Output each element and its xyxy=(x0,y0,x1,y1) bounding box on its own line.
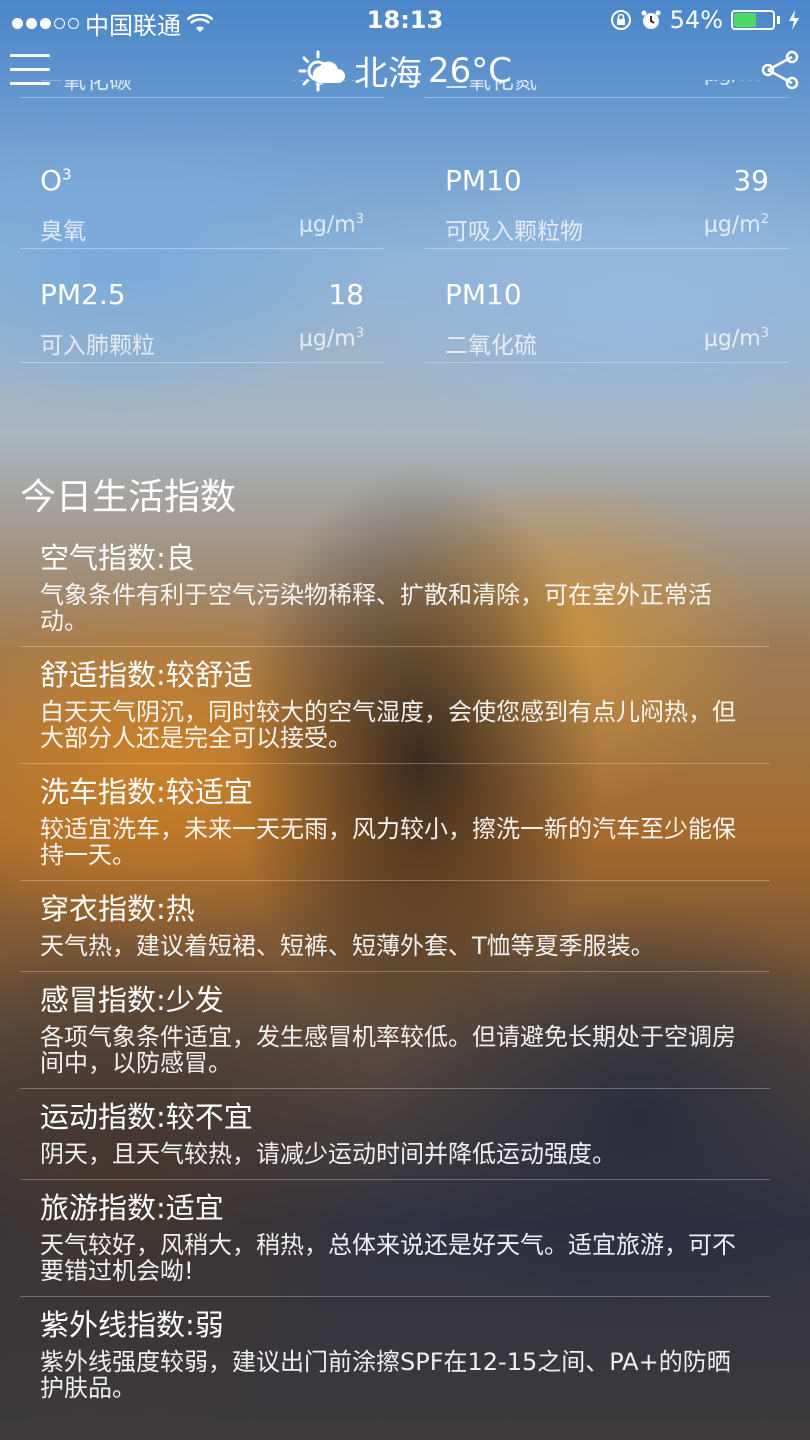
pollutant-unit: μg/m3 xyxy=(299,212,364,237)
life-index-item: 洗车指数:较适宜较适宜洗车，未来一天无雨，风力较小，擦洗一新的汽车至少能保持一天… xyxy=(20,764,770,881)
alarm-icon xyxy=(641,10,661,29)
life-index-item: 穿衣指数:热天气热，建议着短裙、短裤、短薄外套、T恤等夏季服装。 xyxy=(20,881,770,972)
battery-level xyxy=(734,13,756,27)
life-index-item: 旅游指数:适宜天气较好，风稍大，稍热，总体来说还是好天气。适宜旅游，可不要错过机… xyxy=(20,1180,770,1297)
life-index-item: 紫外线指数:弱紫外线强度较弱，建议出门前涂擦SPF在12-15之间、PA+的防晒… xyxy=(20,1297,770,1413)
pollutant-description: 可吸入颗粒物 xyxy=(445,219,583,245)
pollutant-unit-sup: 3 xyxy=(760,326,769,341)
life-index-item-title: 穿衣指数:热 xyxy=(40,892,195,926)
pollutant-cell: PM2.5 18 可入肺颗粒 μg/m3 xyxy=(20,250,384,363)
life-index-item-title: 空气指数:良 xyxy=(40,541,195,575)
life-index-item-description: 气象条件有利于空气污染物稀释、扩散和清除，可在室外正常活动。 xyxy=(40,581,712,635)
life-index-item-title: 洗车指数:较适宜 xyxy=(40,775,253,809)
life-index-item: 空气指数:良气象条件有利于空气污染物稀释、扩散和清除，可在室外正常活动。 xyxy=(20,530,770,647)
life-index-item-title: 运动指数:较不宜 xyxy=(40,1100,253,1134)
charging-icon xyxy=(789,10,799,30)
life-index-item-title: 感冒指数:少发 xyxy=(40,983,224,1017)
battery-icon xyxy=(731,10,775,30)
pollutant-unit-base: μg/m xyxy=(298,326,356,352)
battery-percent: 54% xyxy=(669,6,723,34)
life-index-item-title: 紫外线指数:弱 xyxy=(40,1308,224,1342)
pollutant-unit: μg/m3 xyxy=(299,326,364,351)
life-index-item-description: 较适宜洗车，未来一天无雨，风力较小，擦洗一新的汽车至少能保持一天。 xyxy=(40,815,736,869)
status-bar: 中国联通 18:13 54% xyxy=(0,0,810,40)
pollutant-unit-sup: 2 xyxy=(760,212,769,227)
pollutant-unit-base: μg/m xyxy=(703,212,761,238)
pollutant-name: PM2.5 xyxy=(40,278,126,311)
pollutant-cell: PM10 39 可吸入颗粒物 μg/m2 xyxy=(425,136,789,249)
life-index-item-description: 白天天气阴沉，同时较大的空气湿度，会使您感到有点儿闷热，但大部分人还是完全可以接… xyxy=(40,698,736,752)
pollutant-description: 可入肺颗粒 xyxy=(40,333,155,359)
pollutant-name: PM10 xyxy=(445,164,522,197)
pollutant-name: O3 xyxy=(40,164,72,197)
pollutant-unit-base: μg/m xyxy=(703,326,761,352)
orientation-lock-icon xyxy=(610,10,631,30)
life-index-item-description: 各项气象条件适宜，发生感冒机率较低。但请避免长期处于空调房间中，以防感冒。 xyxy=(40,1023,736,1077)
pollutant-description: 臭氧 xyxy=(40,219,86,245)
battery-cap xyxy=(777,16,780,24)
life-index-item-description: 紫外线强度较弱，建议出门前涂擦SPF在12-15之间、PA+的防晒护肤品。 xyxy=(40,1348,731,1402)
life-index-item-description: 天气热，建议着短裙、短裤、短薄外套、T恤等夏季服装。 xyxy=(40,932,655,960)
life-index-item-title: 舒适指数:较舒适 xyxy=(40,658,253,692)
pollutant-name: PM10 xyxy=(445,278,522,311)
life-index-item-description: 天气较好，风稍大，稍热，总体来说还是好天气。适宜旅游，可不要错过机会呦! xyxy=(40,1231,736,1285)
pollutant-value: 39 xyxy=(733,164,769,197)
pollutant-unit: μg/m2 xyxy=(704,212,769,237)
life-index-item: 舒适指数:较舒适白天天气阴沉，同时较大的空气湿度，会使您感到有点儿闷热，但大部分… xyxy=(20,647,770,764)
pollutant-value: 18 xyxy=(328,278,364,311)
pollutant-cell: O3 臭氧 μg/m3 xyxy=(20,136,384,249)
pollutant-description: 二氧化硫 xyxy=(445,333,537,359)
life-index-item: 运动指数:较不宜阴天，且天气较热，请减少运动时间并降低运动强度。 xyxy=(20,1089,770,1180)
life-index-item: 感冒指数:少发各项气象条件适宜，发生感冒机率较低。但请避免长期处于空调房间中，以… xyxy=(20,972,770,1089)
pollutant-unit-sup: 3 xyxy=(355,326,364,341)
pollutant-name-sup: 3 xyxy=(62,165,72,184)
pollutant-unit: μg/m3 xyxy=(704,326,769,351)
life-index-item-description: 阴天，且天气较热，请减少运动时间并降低运动强度。 xyxy=(40,1140,616,1168)
pollutant-unit-sup: 3 xyxy=(355,212,364,227)
pollutant-cell: PM10 二氧化硫 μg/m3 xyxy=(425,250,789,363)
life-index-item-title: 旅游指数:适宜 xyxy=(40,1191,224,1225)
pollutant-unit-base: μg/m xyxy=(298,212,356,238)
life-index-title: 今日生活指数 xyxy=(20,477,237,518)
status-right: 54% xyxy=(610,6,800,34)
life-index-list: 空气指数:良气象条件有利于空气污染物稀释、扩散和清除，可在室外正常活动。舒适指数… xyxy=(20,530,770,1413)
